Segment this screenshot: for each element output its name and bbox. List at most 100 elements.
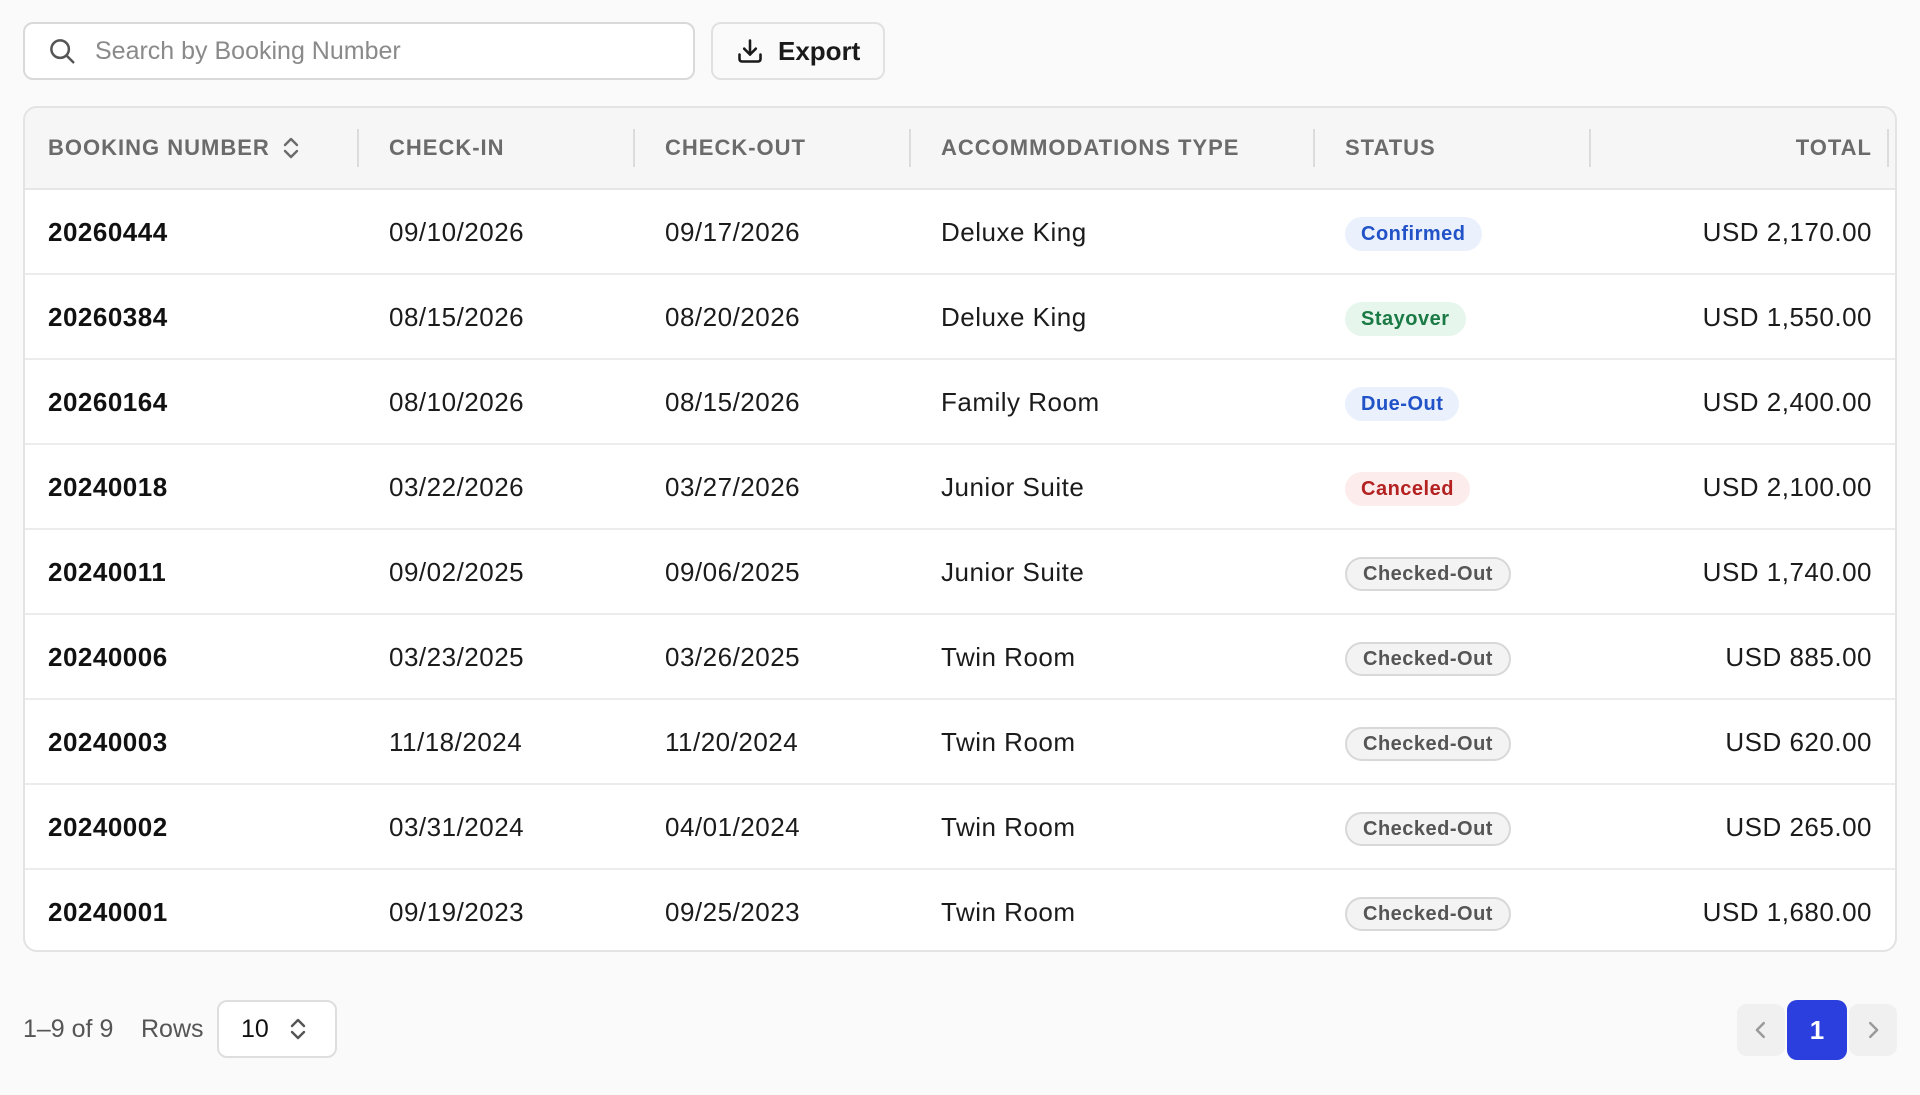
next-page-button[interactable]: [1849, 1004, 1897, 1056]
cell-status: Stayover: [1345, 275, 1466, 360]
cell-check-in: 09/19/2023: [389, 897, 525, 927]
cell-accommodations-type: Deluxe King: [941, 217, 1087, 247]
table-body: 20260444 09/10/2026 09/17/2026 Deluxe King U…: [25, 190, 1895, 950]
table-row[interactable]: 20260384 08/15/2026 08/20/2026 Deluxe King U…: [25, 275, 1895, 360]
cell-check-in: 08/15/2026: [389, 302, 525, 332]
table-row[interactable]: 20260164 08/10/2026 08/15/2026 Family Room U…: [25, 360, 1895, 445]
cell-booking-number: 20240011: [48, 557, 167, 587]
rows-per-page-label: Rows: [141, 1015, 204, 1043]
status-badge: Checked-Out: [1345, 812, 1511, 847]
cell-check-out: 09/17/2026: [665, 217, 801, 247]
cell-total: USD 1,680.00: [1702, 897, 1872, 927]
column-divider: [357, 129, 359, 167]
cell-booking-number: 20260444: [48, 217, 168, 247]
cell-check-in: 09/10/2026: [389, 217, 525, 247]
cell-check-out: 08/15/2026: [665, 387, 801, 417]
cell-accommodations-type: Deluxe King: [941, 302, 1087, 332]
cell-accommodations-type: Junior Suite: [941, 557, 1085, 587]
cell-accommodations-type: Junior Suite: [941, 472, 1085, 502]
column-header-check-in: CHECK-IN: [389, 135, 505, 160]
previous-page-button[interactable]: [1737, 1004, 1785, 1056]
column-divider: [1589, 129, 1591, 167]
search-input[interactable]: [93, 35, 657, 67]
table-header: BOOKING NUMBER CHECK-IN CHECK-OUT ACCOMM…: [25, 108, 1895, 190]
page-button-current[interactable]: 1: [1787, 1000, 1847, 1060]
cell-total: USD 2,400.00: [1702, 387, 1872, 417]
cell-check-in: 08/10/2026: [389, 387, 525, 417]
cell-check-in: 09/02/2025: [389, 557, 525, 587]
table-row[interactable]: 20240018 03/22/2026 03/27/2026 Junior Suite…: [25, 445, 1895, 530]
cell-status: Checked-Out: [1345, 615, 1511, 700]
status-badge: Checked-Out: [1345, 897, 1511, 932]
cell-accommodations-type: Twin Room: [941, 812, 1076, 842]
bookings-table: BOOKING NUMBER CHECK-IN CHECK-OUT ACCOMM…: [23, 106, 1897, 952]
cell-booking-number: 20240002: [48, 812, 168, 842]
cell-total: USD 885.00: [1725, 642, 1872, 672]
status-badge: Canceled: [1345, 472, 1470, 507]
rows-per-page-select[interactable]: 10: [217, 1000, 337, 1058]
column-divider: [633, 129, 635, 167]
cell-booking-number: 20260164: [48, 387, 168, 417]
cell-status: Checked-Out: [1345, 870, 1511, 950]
status-badge: Confirmed: [1345, 217, 1482, 252]
status-badge: Checked-Out: [1345, 642, 1511, 677]
rows-per-page-value: 10: [241, 1014, 269, 1043]
table-row[interactable]: 20240011 09/02/2025 09/06/2025 Junior Suite…: [25, 530, 1895, 615]
cell-total: USD 265.00: [1725, 812, 1872, 842]
toolbar: Export: [23, 22, 886, 80]
cell-check-in: 03/31/2024: [389, 812, 525, 842]
status-badge: Stayover: [1345, 302, 1466, 337]
cell-check-in: 03/22/2026: [389, 472, 525, 502]
column-divider: [1887, 129, 1889, 167]
cell-total: USD 1,740.00: [1702, 557, 1872, 587]
pagination: 1: [1737, 1000, 1897, 1060]
column-header-check-out: CHECK-OUT: [665, 135, 806, 160]
cell-status: Checked-Out: [1345, 785, 1511, 870]
cell-total: USD 2,100.00: [1702, 472, 1872, 502]
cell-status: Confirmed: [1345, 190, 1482, 275]
export-label: Export: [778, 35, 861, 66]
table-row[interactable]: 20240002 03/31/2024 04/01/2024 Twin Room USD…: [25, 785, 1895, 870]
cell-accommodations-type: Twin Room: [941, 727, 1076, 757]
status-badge: Checked-Out: [1345, 557, 1511, 592]
download-icon: [738, 39, 762, 63]
cell-check-out: 03/26/2025: [665, 642, 801, 672]
table-row[interactable]: 20260444 09/10/2026 09/17/2026 Deluxe King U…: [25, 190, 1895, 275]
table-row[interactable]: 20240006 03/23/2025 03/26/2025 Twin Room USD…: [25, 615, 1895, 700]
cell-booking-number: 20240003: [48, 727, 168, 757]
cell-accommodations-type: Twin Room: [941, 897, 1076, 927]
cell-status: Checked-Out: [1345, 530, 1511, 615]
pagination-footer: 1–9 of 9 Rows 10 1: [23, 1000, 1897, 1060]
cell-check-out: 03/27/2026: [665, 472, 801, 502]
cell-check-in: 03/23/2025: [389, 642, 525, 672]
cell-status: Due-Out: [1345, 360, 1460, 445]
chevron-left-icon: [1755, 1021, 1765, 1039]
export-button[interactable]: Export: [711, 22, 886, 80]
cell-booking-number: 20240006: [48, 642, 168, 672]
cell-check-out: 11/20/2024: [665, 727, 799, 757]
column-header-booking-number[interactable]: BOOKING NUMBER: [48, 108, 300, 188]
cell-check-out: 08/20/2026: [665, 302, 801, 332]
cell-total: USD 2,170.00: [1702, 217, 1872, 247]
cell-check-out: 09/06/2025: [665, 557, 801, 587]
cell-booking-number: 20240001: [48, 897, 168, 927]
column-label: BOOKING NUMBER: [48, 135, 270, 160]
cell-check-in: 11/18/2024: [389, 727, 523, 757]
cell-booking-number: 20260384: [48, 302, 168, 332]
cell-check-out: 09/25/2023: [665, 897, 801, 927]
chevron-right-icon: [1869, 1021, 1879, 1039]
chevron-up-down-icon: [290, 1018, 306, 1040]
cell-status: Canceled: [1345, 445, 1470, 530]
cell-booking-number: 20240018: [48, 472, 168, 502]
sort-icon: [283, 137, 298, 159]
cell-check-out: 04/01/2024: [665, 812, 801, 842]
table-row[interactable]: 20240003 11/18/2024 11/20/2024 Twin Room USD…: [25, 700, 1895, 785]
column-divider: [1313, 129, 1315, 167]
search-icon: [50, 39, 75, 64]
column-divider: [909, 129, 911, 167]
table-row[interactable]: 20240001 09/19/2023 09/25/2023 Twin Room USD…: [25, 870, 1895, 950]
column-header-accommodations-type: ACCOMMODATIONS TYPE: [941, 135, 1240, 160]
column-header-total: TOTAL: [1795, 135, 1872, 160]
search-box[interactable]: [23, 22, 695, 80]
cell-total: USD 1,550.00: [1702, 302, 1872, 332]
